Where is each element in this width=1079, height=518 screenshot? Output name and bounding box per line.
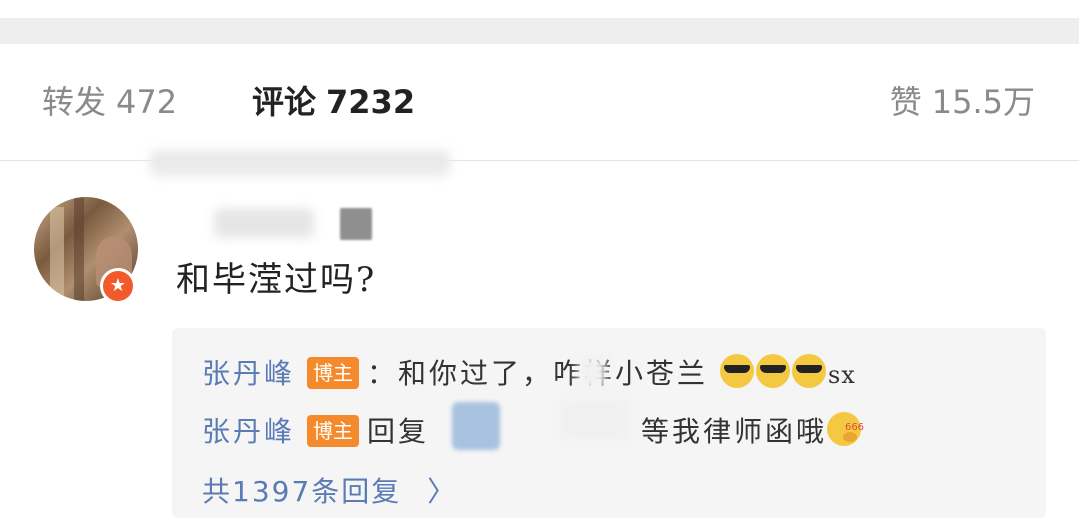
reply-row[interactable]: 张丹峰 博主 ：和你过了，咋样小苍兰 sx (202, 352, 856, 396)
blurred-username-mark (340, 208, 372, 240)
tab-comment[interactable]: 评论 7232 (252, 60, 415, 144)
thinking-face-icon: 666 (826, 412, 864, 446)
comment-label: 评论 (252, 83, 317, 121)
reply-suffix: sx (827, 361, 856, 389)
author-tag: 博主 (307, 357, 360, 389)
reply-row[interactable]: 张丹峰 博主 回复 等我律师函哦 666 (202, 410, 864, 454)
blurred-region (150, 150, 450, 176)
reply-prefix: 回复 (367, 415, 430, 448)
blurred-region (578, 356, 606, 390)
author-tag: 博主 (307, 415, 360, 447)
more-replies-label: 共1397条回复 (202, 475, 402, 508)
like-label: 赞 (889, 83, 922, 121)
comment-count: 7232 (326, 83, 416, 121)
reply-text: 等我律师函哦 (640, 415, 827, 448)
like-count: 15.5万 (931, 83, 1035, 121)
avatar-detail (50, 207, 64, 301)
chevron-right-icon: 〉 (427, 475, 458, 508)
top-band (0, 18, 1079, 44)
blurred-mention (452, 402, 500, 450)
repost-count: 472 (116, 83, 178, 121)
reply-author[interactable]: 张丹峰 (202, 357, 295, 390)
cool-face-icon (719, 354, 754, 388)
reply-author[interactable]: 张丹峰 (202, 415, 295, 448)
more-replies-link[interactable]: 共1397条回复〉 (202, 470, 457, 510)
reply-text: ：和你过了，咋样小苍兰 (367, 357, 709, 390)
cool-face-icon (791, 354, 826, 388)
blurred-mention (560, 400, 630, 440)
blurred-username (214, 208, 314, 238)
comment-text: 和毕滢过吗? (176, 260, 377, 300)
top-strip (0, 0, 1079, 18)
stats-bar: 转发 472 评论 7232 赞 15.5万 (0, 60, 1079, 144)
verified-badge-icon: ★ (100, 268, 136, 304)
repost-label: 转发 (42, 83, 107, 121)
tab-repost[interactable]: 转发 472 (42, 60, 177, 144)
avatar-detail (74, 197, 84, 301)
tab-like[interactable]: 赞 15.5万 (890, 60, 1035, 144)
cool-face-icon (755, 354, 790, 388)
